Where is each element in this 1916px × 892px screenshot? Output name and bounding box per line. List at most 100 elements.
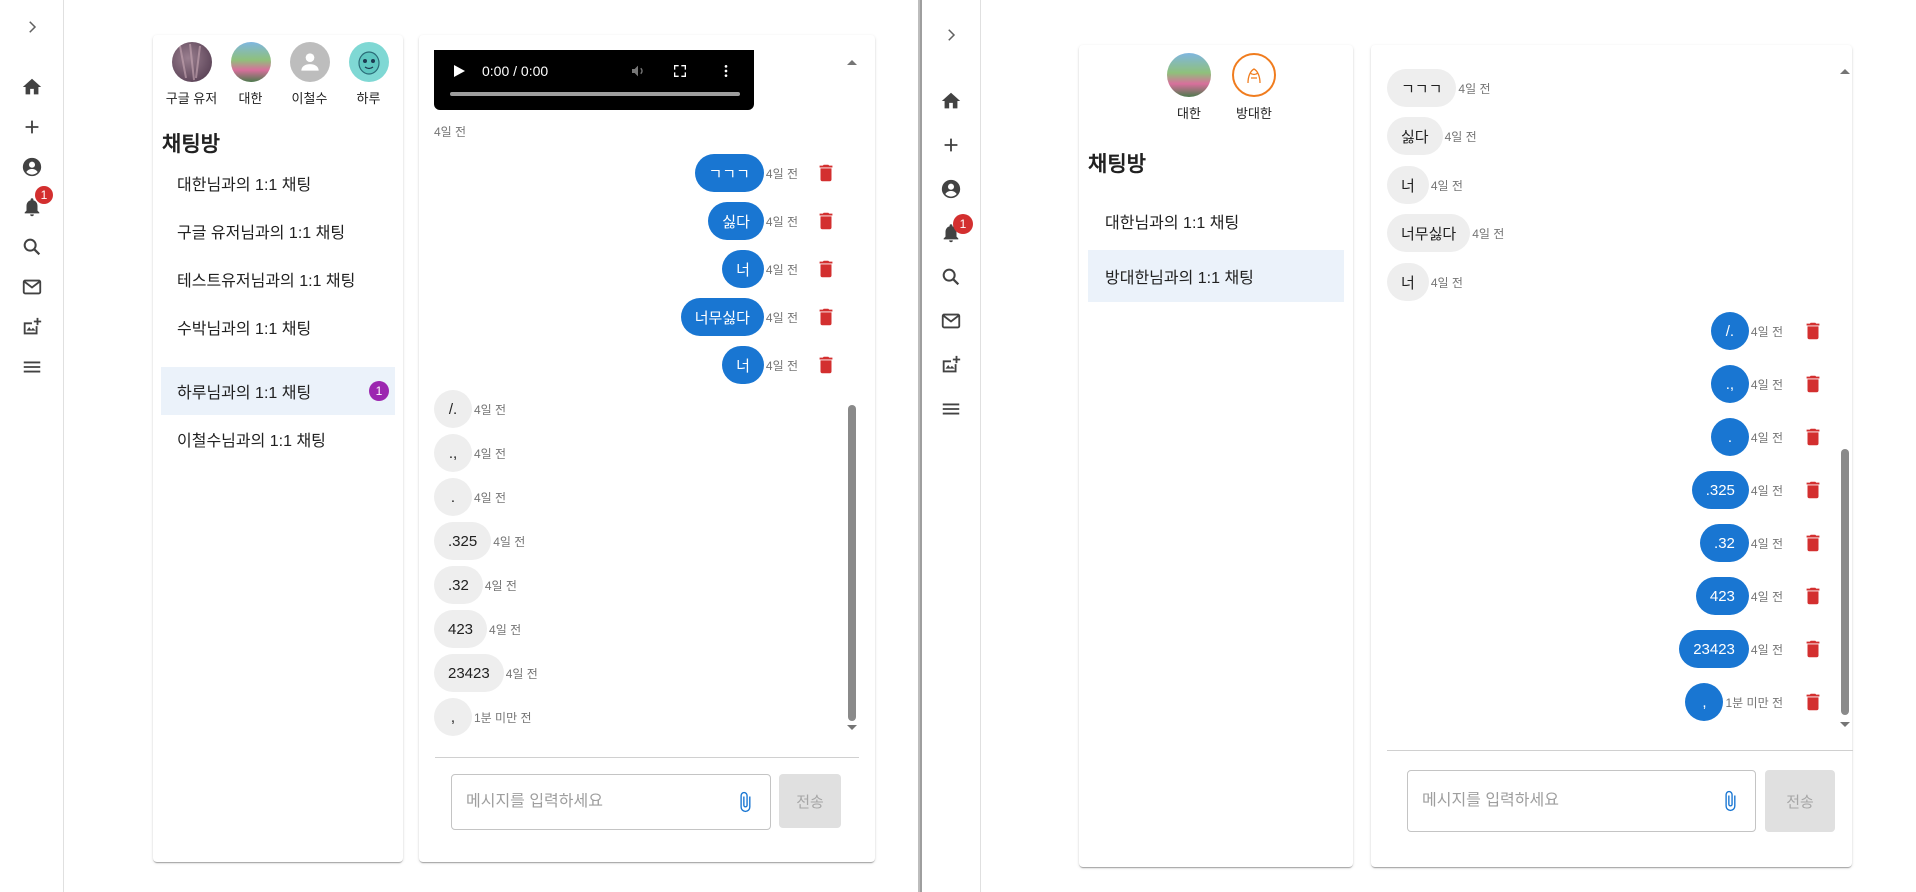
user-item[interactable]: 구글 유저 (162, 42, 221, 107)
user-item[interactable]: 대한 (221, 42, 280, 107)
user-name: 대한 (238, 91, 263, 106)
volume-icon[interactable] (630, 63, 646, 79)
search-icon[interactable] (922, 262, 980, 292)
delete-icon[interactable] (1801, 426, 1825, 448)
menu-icon[interactable] (922, 394, 980, 424)
message-time: 4일 전 (765, 166, 798, 181)
message-input-box[interactable] (451, 774, 771, 830)
message-input-box[interactable] (1407, 770, 1756, 832)
room-item[interactable]: 대한님과의 1:1 채팅 (161, 159, 395, 207)
chat-card: 0:00 / 0:00 4일 전 ㄱㄱㄱ 4일 전 싫다 4일 전 너 4일 전 너무싫다 4… (419, 35, 875, 862)
message-bubble: ㄱㄱㄱ (694, 154, 764, 192)
chat-scrollbar[interactable] (848, 59, 856, 740)
my-message: ㄱㄱㄱ 4일 전 (694, 154, 839, 192)
message-time: 4일 전 (1430, 178, 1463, 193)
their-message: /. 4일 전 (434, 390, 506, 428)
add-photo-icon[interactable] (922, 350, 980, 380)
person-icon (289, 42, 330, 82)
attach-file-icon[interactable] (734, 791, 756, 813)
message-input[interactable] (1422, 792, 1719, 810)
delete-icon[interactable] (1801, 585, 1825, 607)
scroll-up-arrow[interactable] (1840, 69, 1850, 74)
user-name: 방대한 (1236, 106, 1272, 121)
message-list[interactable]: 0:00 / 0:00 4일 전 ㄱㄱㄱ 4일 전 싫다 4일 전 너 4일 전 너무싫다 4… (434, 50, 864, 775)
delete-icon[interactable] (814, 354, 838, 376)
chat-scrollbar[interactable] (1841, 65, 1849, 765)
room-item-selected[interactable]: 방대한님과의 1:1 채팅 (1088, 250, 1344, 302)
delete-icon[interactable] (1801, 638, 1825, 660)
send-button[interactable]: 전송 (779, 774, 841, 828)
message-bubble: ., (1710, 365, 1749, 403)
scroll-down-arrow[interactable] (847, 725, 857, 730)
message-input[interactable] (466, 793, 734, 811)
message-time: 4일 전 (765, 262, 798, 277)
expand-chevron-icon[interactable] (922, 20, 980, 50)
account-circle-icon[interactable] (0, 152, 63, 182)
their-message: 너무싫다 4일 전 (1387, 214, 1504, 252)
add-photo-icon[interactable] (0, 312, 63, 342)
message-bubble: 싫다 (708, 202, 764, 240)
user-item[interactable]: 대한 (1158, 53, 1220, 122)
user-avatar (171, 42, 212, 82)
their-message: 423 4일 전 (434, 610, 521, 648)
room-item-selected[interactable]: 하루님과의 1:1 채팅 1 (161, 367, 395, 415)
delete-icon[interactable] (814, 258, 838, 280)
delete-icon[interactable] (1801, 479, 1825, 501)
their-message: 너 4일 전 (1387, 166, 1463, 204)
delete-icon[interactable] (814, 210, 838, 232)
menu-icon[interactable] (0, 352, 63, 382)
room-item[interactable]: 구글 유저님과의 1:1 채팅 (161, 207, 395, 255)
my-message: 423 4일 전 (1695, 577, 1825, 615)
user-item[interactable]: 방대한 (1220, 53, 1288, 122)
account-circle-icon[interactable] (922, 174, 980, 204)
delete-icon[interactable] (814, 162, 838, 184)
attach-file-icon[interactable] (1719, 790, 1741, 812)
mail-icon[interactable] (0, 272, 63, 302)
room-item[interactable]: 테스트유저님과의 1:1 채팅 (161, 255, 395, 303)
message-time: 4일 전 (1750, 642, 1783, 657)
delete-icon[interactable] (1801, 373, 1825, 395)
delete-icon[interactable] (1801, 691, 1825, 713)
send-button[interactable]: 전송 (1765, 770, 1835, 832)
message-time: 4일 전 (1750, 589, 1783, 604)
my-message: /. 4일 전 (1710, 312, 1825, 350)
rooms-title: 채팅방 (162, 133, 220, 156)
room-item[interactable]: 수박님과의 1:1 채팅 (161, 303, 395, 351)
mail-icon[interactable] (922, 306, 980, 336)
my-message: .325 4일 전 (1691, 471, 1825, 509)
search-icon[interactable] (0, 232, 63, 262)
add-icon[interactable] (922, 130, 980, 160)
message-bubble: .325 (434, 522, 492, 560)
fullscreen-icon[interactable] (672, 63, 688, 79)
message-list[interactable]: ㄱㄱㄱ 4일 전 싫다 4일 전 너 4일 전 너무싫다 4일 전 너 4일 전/. 4일 전., 4… (1387, 69, 1837, 769)
user-name: 하루 (356, 91, 381, 106)
message-bubble: .32 (434, 566, 483, 604)
user-item[interactable]: 하루 (339, 42, 398, 107)
home-icon[interactable] (922, 86, 980, 116)
scroll-up-arrow[interactable] (847, 60, 857, 65)
user-avatar (348, 42, 389, 82)
notifications-icon[interactable]: 1 (0, 186, 63, 222)
notifications-icon[interactable]: 1 (922, 214, 980, 248)
delete-icon[interactable] (1801, 320, 1825, 342)
add-icon[interactable] (0, 112, 63, 142)
user-avatar (230, 42, 271, 82)
room-item[interactable]: 대한님과의 1:1 채팅 (1088, 195, 1344, 247)
scrollbar-thumb[interactable] (848, 405, 856, 721)
delete-icon[interactable] (814, 306, 838, 328)
user-avatar (1232, 53, 1276, 97)
message-time: 1분 미만 전 (1725, 695, 1783, 710)
home-icon[interactable] (0, 72, 63, 102)
more-vert-icon[interactable] (718, 63, 734, 79)
user-item[interactable]: 이철수 (280, 42, 339, 107)
video-progress-bar[interactable] (450, 92, 740, 96)
scrollbar-thumb[interactable] (1841, 449, 1849, 715)
scroll-down-arrow[interactable] (1840, 722, 1850, 727)
play-icon[interactable] (452, 64, 466, 78)
room-item[interactable]: 이철수님과의 1:1 채팅 (161, 415, 395, 463)
divider (435, 757, 859, 758)
delete-icon[interactable] (1801, 532, 1825, 554)
expand-chevron-icon[interactable] (0, 12, 63, 42)
video-player[interactable]: 0:00 / 0:00 (434, 50, 754, 110)
message-bubble: , (1685, 683, 1724, 721)
